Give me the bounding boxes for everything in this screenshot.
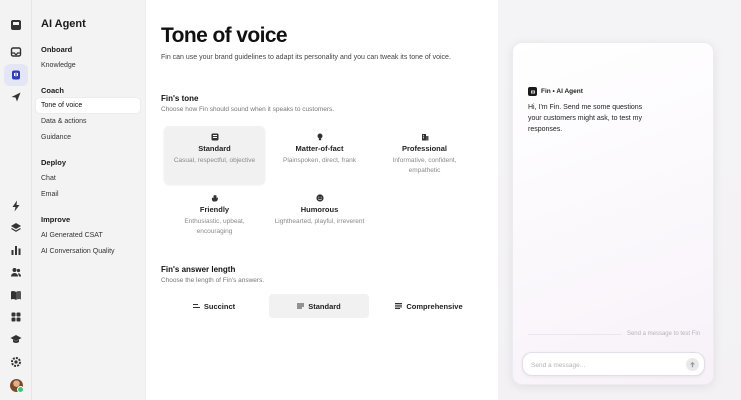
layers-icon[interactable] bbox=[8, 220, 24, 236]
long-lines-icon bbox=[395, 303, 403, 309]
avatar[interactable] bbox=[10, 379, 24, 393]
tone-section-description: Choose how Fin should sound when it spea… bbox=[161, 106, 335, 113]
fin-icon[interactable] bbox=[4, 64, 28, 86]
tone-option-name: Friendly bbox=[199, 205, 230, 214]
sidebar-section-coach: Coach bbox=[41, 86, 64, 95]
tone-option-description: Enthusiastic, upbeat, encouraging bbox=[184, 218, 245, 235]
sidebar-section-onboard: Onboard bbox=[41, 45, 73, 54]
fin-greeting-message: Hi, I'm Fin. Send me some questions your… bbox=[528, 104, 643, 133]
sidebar-item-guidance[interactable]: Guidance bbox=[36, 130, 140, 145]
tone-option-description: Plainspoken, direct, frank bbox=[283, 157, 356, 164]
sidebar-item-ai-conversation-quality[interactable]: AI Conversation Quality bbox=[36, 244, 140, 259]
medium-lines-icon bbox=[297, 303, 305, 309]
smile-icon bbox=[315, 193, 324, 202]
length-option-label: Standard bbox=[308, 301, 341, 311]
sidebar-item-knowledge[interactable]: Knowledge bbox=[36, 58, 140, 73]
length-option-label: Comprehensive bbox=[406, 301, 463, 311]
sidebar-item-email[interactable]: Email bbox=[36, 187, 140, 202]
sidebar-section-deploy: Deploy bbox=[41, 158, 67, 167]
tone-option-name: Humorous bbox=[300, 205, 339, 214]
sidebar-item-data-actions[interactable]: Data & actions bbox=[36, 114, 140, 129]
length-section-title: Fin's answer length bbox=[161, 265, 236, 274]
fin-logo-icon bbox=[528, 87, 537, 96]
sidebar-item-tone-of-voice[interactable]: Tone of voice bbox=[36, 98, 140, 113]
tone-section-title: Fin's tone bbox=[161, 94, 199, 103]
fin-preview-panel: Fin • AI Agent Hi, I'm Fin. Send me some… bbox=[512, 42, 714, 385]
tone-option-name: Standard bbox=[198, 144, 231, 153]
inbox-tray-icon[interactable] bbox=[8, 44, 24, 60]
reports-icon[interactable] bbox=[8, 242, 24, 258]
arrow-up-icon bbox=[690, 361, 695, 368]
chat-composer bbox=[522, 352, 705, 376]
sidebar-item-ai-generated-csat[interactable]: AI Generated CSAT bbox=[36, 228, 140, 243]
message-input[interactable] bbox=[531, 359, 681, 371]
length-option-standard[interactable]: Standard bbox=[269, 294, 369, 318]
tone-option-description: Lighthearted, playful, irreverent bbox=[274, 218, 365, 225]
fin-sender-label: Fin • AI Agent bbox=[528, 87, 583, 96]
sidebar: AI Agent Onboard Knowledge Coach Tone of… bbox=[32, 0, 146, 400]
academy-icon[interactable] bbox=[8, 331, 24, 347]
sidebar-title: AI Agent bbox=[41, 18, 86, 30]
length-option-succinct[interactable]: Succinct bbox=[164, 294, 264, 318]
tone-option-description: Casual, respectful, objective bbox=[173, 157, 256, 164]
tone-option-professional[interactable]: Professional Informative, confident, emp… bbox=[374, 126, 475, 184]
bolt-icon[interactable] bbox=[8, 198, 24, 214]
tone-option-friendly[interactable]: Friendly Enthusiastic, upbeat, encouragi… bbox=[164, 187, 265, 245]
sidebar-item-chat[interactable]: Chat bbox=[36, 171, 140, 186]
test-hint-text: Send a message to test Fin bbox=[626, 331, 700, 337]
send-button[interactable] bbox=[686, 358, 699, 371]
tone-option-humorous[interactable]: Humorous Lighthearted, playful, irrevere… bbox=[269, 187, 370, 245]
length-option-label: Succinct bbox=[203, 301, 236, 311]
length-section-description: Choose the length of Fin's answers. bbox=[161, 277, 265, 284]
lightbulb-icon bbox=[315, 132, 324, 141]
icon-rail bbox=[0, 0, 32, 400]
main-content: Tone of voice Fin can use your brand gui… bbox=[146, 0, 498, 400]
badge-icon bbox=[210, 132, 219, 141]
tone-option-name: Professional bbox=[401, 144, 447, 153]
tone-option-standard[interactable]: Standard Casual, respectful, objective bbox=[164, 126, 265, 184]
building-icon bbox=[420, 132, 429, 141]
apps-icon[interactable] bbox=[8, 309, 24, 325]
test-hint: Send a message to test Fin bbox=[528, 331, 700, 337]
page-title: Tone of voice bbox=[161, 24, 288, 47]
sidebar-section-improve: Improve bbox=[41, 215, 71, 224]
wave-hand-icon bbox=[210, 193, 219, 202]
length-option-comprehensive[interactable]: Comprehensive bbox=[374, 294, 484, 318]
tone-option-name: Matter-of-fact bbox=[295, 144, 344, 153]
inbox-icon[interactable] bbox=[8, 17, 24, 33]
tone-option-description: Informative, confident, empathetic bbox=[392, 157, 457, 174]
short-lines-icon bbox=[192, 304, 200, 308]
fin-sender-name: Fin • AI Agent bbox=[541, 88, 583, 95]
knowledge-book-icon[interactable] bbox=[8, 287, 24, 303]
tone-option-matter-of-fact[interactable]: Matter-of-fact Plainspoken, direct, fran… bbox=[269, 126, 370, 184]
outbound-icon[interactable] bbox=[8, 89, 24, 105]
contacts-icon[interactable] bbox=[8, 264, 24, 280]
divider bbox=[528, 333, 622, 335]
settings-icon[interactable] bbox=[8, 354, 24, 370]
page-description: Fin can use your brand guidelines to ada… bbox=[161, 54, 451, 61]
